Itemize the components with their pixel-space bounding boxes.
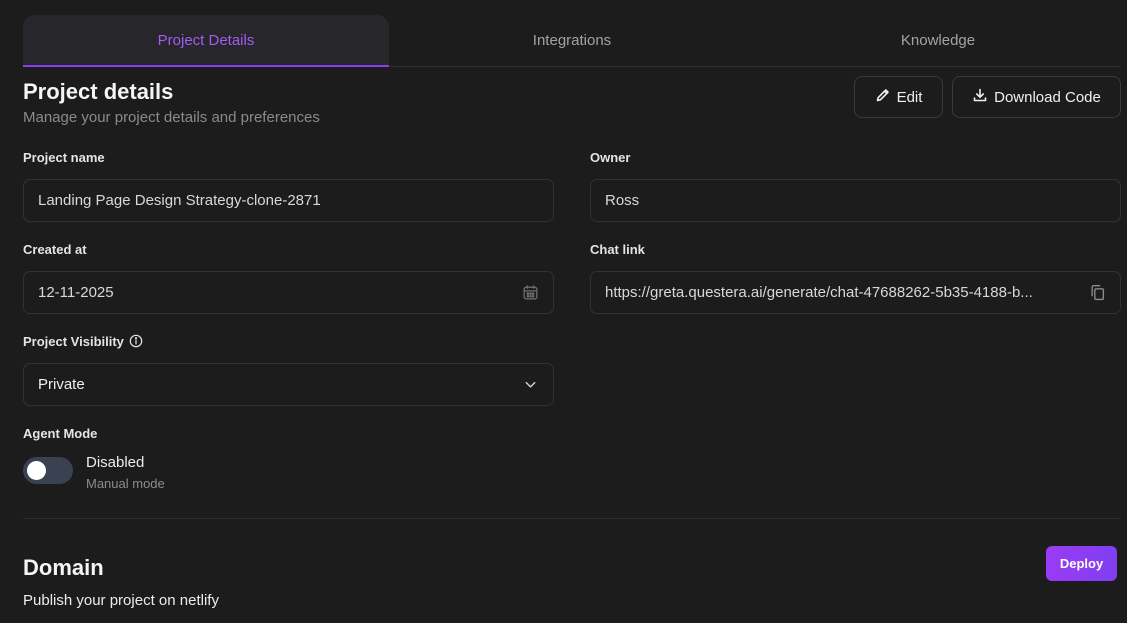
chat-link-label: Chat link bbox=[590, 242, 645, 257]
download-code-button[interactable]: Download Code bbox=[952, 76, 1121, 118]
created-at-value: 12-11-2025 bbox=[38, 284, 114, 301]
visibility-select[interactable]: Private bbox=[23, 363, 554, 406]
download-button-label: Download Code bbox=[994, 88, 1101, 106]
visibility-label: Project Visibility bbox=[23, 334, 124, 349]
section-divider bbox=[23, 518, 1121, 519]
tab-integrations[interactable]: Integrations bbox=[389, 15, 755, 66]
pencil-icon bbox=[875, 87, 891, 107]
agent-mode-description: Manual mode bbox=[86, 476, 165, 491]
info-icon[interactable] bbox=[129, 334, 143, 348]
project-settings-page: Project Details Integrations Knowledge P… bbox=[0, 0, 1127, 623]
project-name-label: Project name bbox=[23, 150, 105, 165]
visibility-value: Private bbox=[38, 376, 85, 393]
owner-value: Ross bbox=[605, 192, 640, 209]
domain-subtitle: Publish your project on netlify bbox=[23, 592, 219, 609]
tab-knowledge[interactable]: Knowledge bbox=[755, 15, 1121, 66]
tab-project-details[interactable]: Project Details bbox=[23, 15, 389, 67]
visibility-label-row: Project Visibility bbox=[23, 334, 143, 349]
domain-title: Domain bbox=[23, 555, 104, 580]
agent-mode-toggle[interactable] bbox=[23, 457, 73, 484]
created-at-label: Created at bbox=[23, 242, 87, 257]
chevron-down-icon bbox=[521, 376, 539, 394]
copy-icon[interactable] bbox=[1088, 284, 1106, 302]
calendar-icon[interactable] bbox=[521, 284, 539, 302]
page-title: Project details bbox=[23, 79, 174, 104]
deploy-button[interactable]: Deploy bbox=[1046, 546, 1117, 581]
edit-button-label: Edit bbox=[896, 88, 923, 106]
chat-link-field[interactable]: https://greta.questera.ai/generate/chat-… bbox=[590, 271, 1121, 314]
toggle-knob bbox=[27, 461, 46, 480]
owner-label: Owner bbox=[590, 150, 631, 165]
page-subtitle: Manage your project details and preferen… bbox=[23, 109, 320, 126]
download-icon bbox=[972, 87, 988, 107]
created-at-field[interactable]: 12-11-2025 bbox=[23, 271, 554, 314]
tab-bar: Project Details Integrations Knowledge bbox=[23, 15, 1121, 67]
owner-field[interactable]: Ross bbox=[590, 179, 1121, 222]
edit-button[interactable]: Edit bbox=[854, 76, 943, 118]
chat-link-value: https://greta.questera.ai/generate/chat-… bbox=[605, 284, 1033, 301]
agent-mode-state: Disabled bbox=[86, 454, 145, 471]
project-name-field[interactable]: Landing Page Design Strategy-clone-2871 bbox=[23, 179, 554, 222]
project-name-value: Landing Page Design Strategy-clone-2871 bbox=[38, 192, 321, 209]
agent-mode-label: Agent Mode bbox=[23, 426, 98, 441]
